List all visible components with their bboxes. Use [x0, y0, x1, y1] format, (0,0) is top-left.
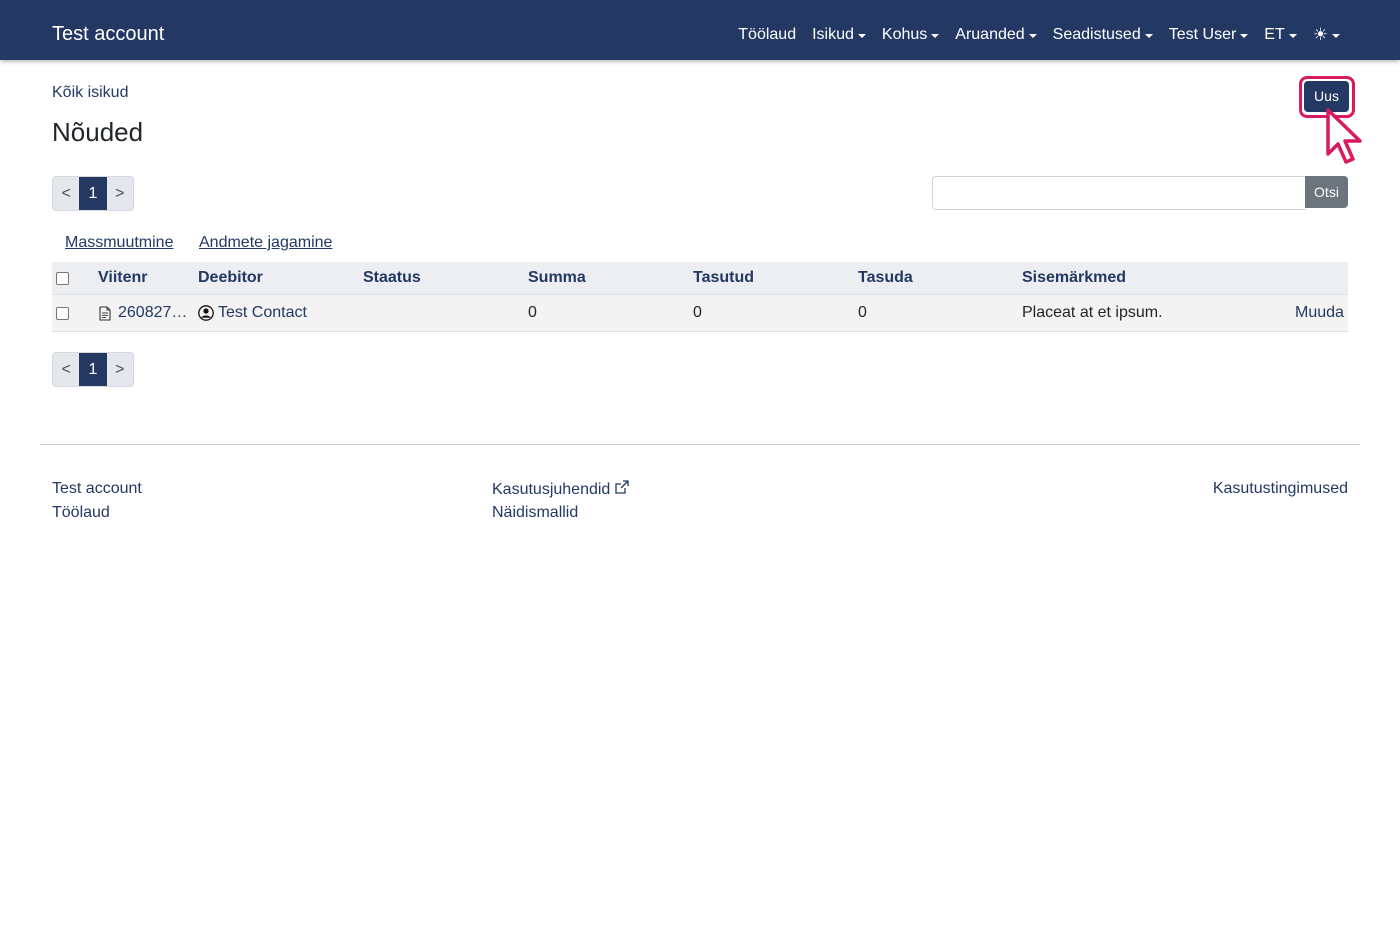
nav-item-toolaud[interactable]: Töölaud: [738, 24, 796, 46]
debtor-name: Test Contact: [218, 304, 307, 321]
due-cell: 0: [858, 304, 867, 321]
column-header-deebitor[interactable]: Deebitor: [198, 262, 263, 294]
sun-icon: ☀: [1312, 25, 1328, 44]
nav-item-user-menu[interactable]: Test User: [1169, 24, 1249, 46]
footer-link-dashboard[interactable]: Töölaud: [52, 503, 110, 523]
page-1-button[interactable]: 1: [79, 353, 107, 386]
paid-cell: 0: [693, 304, 702, 321]
document-icon: [99, 305, 111, 321]
nav-item-label: Seadistused: [1052, 26, 1141, 43]
pagination-top: < 1 >: [52, 176, 134, 211]
column-header-tasuda[interactable]: Tasuda: [858, 262, 913, 294]
search-button[interactable]: Otsi: [1305, 176, 1348, 208]
brand-link[interactable]: Test account: [52, 22, 164, 46]
nav-item-language[interactable]: ET: [1264, 24, 1297, 46]
mass-edit-link[interactable]: Massmuutmine: [65, 233, 173, 253]
main-nav: Töölaud Isikud Kohus Aruanded Seadistuse…: [738, 24, 1340, 46]
caret-down-icon: [1332, 34, 1340, 38]
column-header-viitenr[interactable]: Viitenr: [98, 262, 148, 294]
nav-item-label: Aruanded: [955, 26, 1025, 43]
footer-link-terms[interactable]: Kasutustingimused: [1213, 479, 1348, 499]
data-sharing-link[interactable]: Andmete jagamine: [199, 233, 332, 253]
table-row: 260827… Test Contact 0 0 0 Placeat at et…: [52, 295, 1348, 332]
breadcrumb-all-persons[interactable]: Kõik isikud: [52, 83, 128, 103]
search-input[interactable]: [932, 176, 1306, 210]
external-link-icon: [615, 480, 629, 494]
nav-item-seadistused[interactable]: Seadistused: [1053, 24, 1153, 46]
select-all-checkbox[interactable]: [56, 271, 69, 285]
footer-link-account[interactable]: Test account: [52, 479, 142, 499]
nav-item-label: Töölaud: [738, 26, 797, 43]
caret-down-icon: [1144, 34, 1153, 38]
amount-cell: 0: [528, 304, 537, 321]
nav-item-label: ET: [1264, 26, 1285, 43]
table-header: Viitenr Deebitor Staatus Summa Tasutud T…: [52, 262, 1348, 295]
column-header-summa[interactable]: Summa: [528, 262, 586, 294]
notes-cell: Placeat at et ipsum.: [1022, 304, 1163, 321]
nav-item-isikud[interactable]: Isikud: [812, 24, 866, 46]
user-guides-label: Kasutusjuhendid: [492, 481, 611, 498]
next-page-button[interactable]: >: [107, 177, 133, 210]
next-page-button[interactable]: >: [107, 353, 133, 386]
footer-link-user-guides[interactable]: Kasutusjuhendid: [492, 479, 630, 500]
caret-down-icon: [1028, 34, 1037, 38]
nav-item-label: Isikud: [812, 26, 854, 43]
debtor-link[interactable]: Test Contact: [198, 295, 307, 331]
edit-link[interactable]: Muuda: [1295, 295, 1344, 331]
prev-page-button[interactable]: <: [53, 177, 79, 210]
top-navbar: Test account Töölaud Isikud Kohus Aruand…: [0, 0, 1400, 60]
row-checkbox[interactable]: [56, 306, 69, 320]
footer-link-sample-templates[interactable]: Näidismallid: [492, 503, 578, 523]
column-header-tasutud[interactable]: Tasutud: [693, 262, 754, 294]
reference-link[interactable]: 260827…: [99, 295, 192, 331]
theme-toggle[interactable]: ☀: [1313, 24, 1340, 46]
prev-page-button[interactable]: <: [53, 353, 79, 386]
select-all-cell: [56, 262, 69, 294]
page-title: Nõuded: [52, 117, 144, 147]
row-select-cell: [56, 295, 69, 331]
pagination-bottom: < 1 >: [52, 352, 134, 387]
caret-down-icon: [931, 34, 940, 38]
nav-item-label: Test User: [1168, 26, 1237, 43]
nav-item-label: Kohus: [881, 26, 928, 43]
reference-number: 260827…: [118, 304, 188, 321]
caret-down-icon: [1288, 34, 1297, 38]
caret-down-icon: [1240, 34, 1249, 38]
nav-item-aruanded[interactable]: Aruanded: [955, 24, 1037, 46]
footer-divider: [40, 444, 1360, 445]
page-1-button[interactable]: 1: [79, 177, 107, 210]
mouse-pointer-icon: [1326, 108, 1362, 164]
person-circle-icon: [198, 305, 214, 321]
column-header-sisemarkmed[interactable]: Sisemärkmed: [1022, 262, 1126, 294]
caret-down-icon: [857, 34, 866, 38]
nav-item-kohus[interactable]: Kohus: [881, 24, 940, 46]
column-header-staatus[interactable]: Staatus: [363, 262, 421, 294]
